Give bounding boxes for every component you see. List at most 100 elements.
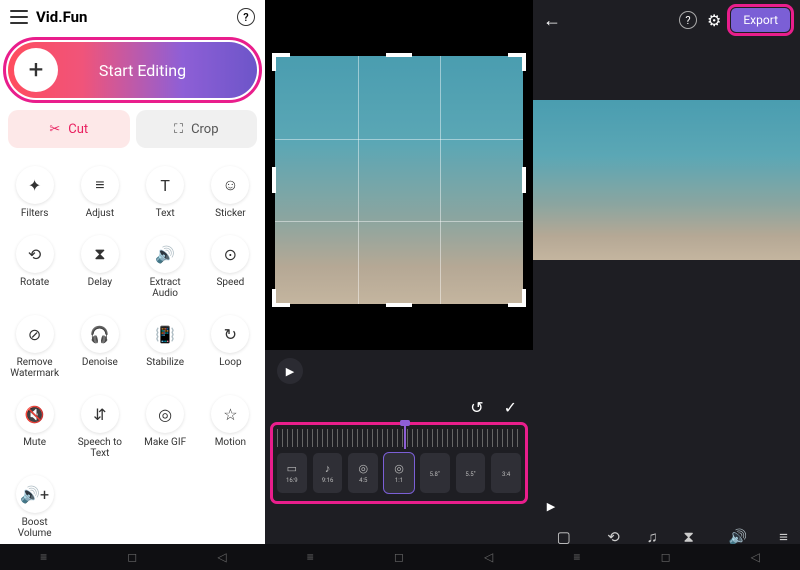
nav-recents-icon[interactable]: ≡	[40, 550, 47, 564]
tool-sticker[interactable]: ☺Sticker	[200, 160, 261, 225]
left-header: Vid.Fun ?	[0, 0, 265, 34]
remove-watermark-icon: ⊘	[16, 315, 54, 353]
ratio-3-4[interactable]: 3:4	[491, 453, 521, 493]
tool-label: Loop	[219, 357, 241, 368]
tool-label: Rotate	[20, 277, 49, 288]
crop-handle-tl[interactable]	[272, 53, 290, 71]
tool-label: Boost Volume	[6, 517, 63, 539]
video-preview[interactable]	[533, 100, 800, 260]
tool-label: Speech to Text	[71, 437, 128, 459]
ratio-9-16[interactable]: ♪9:16	[313, 453, 343, 493]
tool-extract-audio[interactable]: 🔊Extract Audio	[135, 229, 196, 305]
playhead[interactable]	[404, 425, 406, 449]
right-panel: ← ? ⚙ Export ▶ ▢Background⟲Motion♫BGM⧗De…	[533, 0, 800, 570]
right-preview	[533, 40, 800, 260]
ratio-4-5[interactable]: ◎4:5	[348, 453, 378, 493]
filters-icon: ✦	[16, 166, 54, 204]
ratio-1-1[interactable]: ◎1:1	[384, 453, 414, 493]
tab-crop-label: Crop	[191, 122, 218, 137]
tool-loop[interactable]: ↻Loop	[200, 309, 261, 385]
settings-icon[interactable]: ⚙	[707, 11, 721, 30]
ratio-5-5-[interactable]: 5.5"	[456, 453, 486, 493]
right-timeline: ▶	[533, 492, 800, 520]
timeline-ruler[interactable]	[277, 429, 521, 447]
tool-label: Adjust	[86, 208, 115, 219]
tool-label: Text	[156, 208, 175, 219]
tab-row: ✂ Cut ⛶ Crop	[0, 106, 265, 152]
tool-label: Delay	[88, 277, 112, 288]
confirm-icon[interactable]: ✓	[504, 398, 517, 417]
tool-label: Stabilize	[146, 357, 184, 368]
play-button-right[interactable]: ▶	[543, 498, 559, 514]
tool-rotate[interactable]: ⟲ Rotate	[4, 229, 65, 305]
tool-make-gif[interactable]: ◎Make GIF	[135, 389, 196, 465]
video-frame[interactable]	[275, 56, 523, 304]
timeline-box: ▭16:9♪9:16◎4:5◎1:15.8"5.5"3:4	[273, 425, 525, 501]
tool-stabilize[interactable]: 📳Stabilize	[135, 309, 196, 385]
ratio-5-8-[interactable]: 5.8"	[420, 453, 450, 493]
right-header: ← ? ⚙ Export	[533, 0, 800, 40]
tool-speech-to-text[interactable]: ⇵ Speech to Text	[69, 389, 130, 465]
tool-adjust[interactable]: ≡Adjust	[69, 160, 130, 225]
ratio-16-9[interactable]: ▭16:9	[277, 453, 307, 493]
tab-cut-label: Cut	[68, 122, 88, 137]
aspect-ratio-row: ▭16:9♪9:16◎4:5◎1:15.8"5.5"3:4	[277, 453, 521, 493]
tool-label: Filters	[21, 208, 49, 219]
back-icon[interactable]: ←	[543, 10, 561, 31]
tool-remove-watermark[interactable]: ⊘ Remove Watermark	[4, 309, 65, 385]
export-button[interactable]: Export	[731, 8, 790, 32]
denoise-icon: 🎧	[81, 315, 119, 353]
tool-mute[interactable]: 🔇Mute	[4, 389, 65, 465]
tool-filters[interactable]: ✦ Filters	[4, 160, 65, 225]
help-icon[interactable]: ?	[237, 8, 255, 26]
nav-back-icon[interactable]: ◁	[484, 550, 493, 564]
rotate-icon: ⟲	[16, 235, 54, 273]
delay-icon: ⧗	[81, 235, 119, 273]
plus-icon: +	[14, 48, 58, 92]
tool-boost-volume[interactable]: 🔊+ Boost Volume	[4, 469, 65, 545]
help-icon[interactable]: ?	[679, 11, 697, 29]
tool-label: Extract Audio	[137, 277, 194, 299]
tool-delay[interactable]: ⧗ Delay	[69, 229, 130, 305]
tool-denoise[interactable]: 🎧 Denoise	[69, 309, 130, 385]
nav-back-icon[interactable]: ◁	[217, 550, 226, 564]
app-title: Vid.Fun	[36, 8, 229, 26]
menu-icon[interactable]	[10, 10, 28, 24]
android-nav-bar: ≡ ◻ ◁ ≡ ◻ ◁ ≡ ◻ ◁	[0, 544, 800, 570]
nav-recents-icon[interactable]: ≡	[573, 550, 580, 564]
play-row: ▶	[265, 350, 533, 392]
start-editing-button[interactable]: + Start Editing	[8, 42, 257, 98]
crop-handle-bl[interactable]	[272, 289, 290, 307]
tab-crop[interactable]: ⛶ Crop	[136, 110, 258, 148]
crop-handle-bottom[interactable]	[386, 303, 412, 307]
boost-volume-icon: 🔊+	[16, 475, 54, 513]
nav-home-icon[interactable]: ◻	[127, 550, 137, 564]
crop-handle-br[interactable]	[508, 289, 526, 307]
scissors-icon: ✂	[49, 122, 60, 137]
tool-label: Sticker	[215, 208, 246, 219]
nav-back-icon[interactable]: ◁	[751, 550, 760, 564]
motion-icon: ☆	[211, 395, 249, 433]
crop-handle-top[interactable]	[386, 53, 412, 57]
tools-grid: ✦ Filters ≡AdjustTText☺Sticker ⟲ Rotate ⧗ Dela…	[0, 152, 265, 553]
tab-cut[interactable]: ✂ Cut	[8, 110, 130, 148]
crop-icon: ⛶	[174, 122, 183, 137]
reset-icon[interactable]: ↺	[470, 398, 483, 417]
action-row: ↺ ✓	[265, 392, 533, 423]
tool-label: Denoise	[82, 357, 118, 368]
play-button[interactable]: ▶	[277, 358, 303, 384]
tool-label: Motion	[215, 437, 246, 448]
speech-to-text-icon: ⇵	[81, 395, 119, 433]
tool-label: Remove Watermark	[6, 357, 63, 379]
mute-icon: 🔇	[16, 395, 54, 433]
crop-handle-left[interactable]	[272, 167, 276, 193]
tool-speed[interactable]: ⊙Speed	[200, 229, 261, 305]
nav-home-icon[interactable]: ◻	[661, 550, 671, 564]
crop-handle-tr[interactable]	[508, 53, 526, 71]
nav-home-icon[interactable]: ◻	[394, 550, 404, 564]
nav-recents-icon[interactable]: ≡	[307, 550, 314, 564]
left-panel: Vid.Fun ? + Start Editing ✂ Cut ⛶ Crop ✦…	[0, 0, 265, 570]
crop-handle-right[interactable]	[522, 167, 526, 193]
tool-motion[interactable]: ☆ Motion	[200, 389, 261, 465]
tool-text[interactable]: TText	[135, 160, 196, 225]
